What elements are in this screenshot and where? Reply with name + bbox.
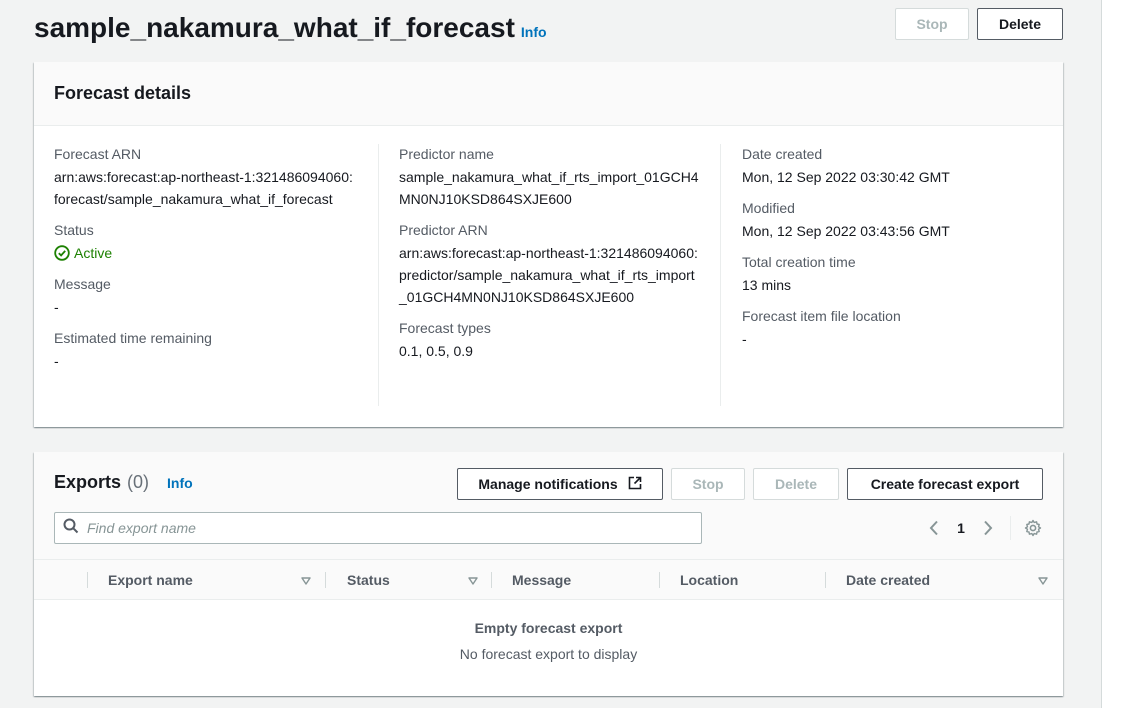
forecast-details-title: Forecast details bbox=[54, 83, 192, 103]
details-column-2: Predictor name sample_nakamura_what_if_r… bbox=[378, 144, 699, 406]
forecast-types-value: 0.1, 0.5, 0.9 bbox=[399, 343, 473, 359]
column-header-location: Location bbox=[680, 572, 739, 588]
check-circle-icon bbox=[54, 245, 70, 261]
current-page-number[interactable]: 1 bbox=[946, 520, 976, 536]
predictor-arn-label: Predictor ARN bbox=[399, 222, 488, 238]
forecast-details-card: Forecast details Forecast ARN arn:aws:fo… bbox=[34, 62, 1063, 427]
sort-down-icon[interactable] bbox=[301, 573, 311, 591]
total-creation-time-field: Total creation time 13 mins bbox=[742, 252, 1040, 296]
forecast-types-field: Forecast types 0.1, 0.5, 0.9 bbox=[399, 318, 698, 362]
export-search-input[interactable] bbox=[87, 520, 667, 536]
status-label: Status bbox=[54, 222, 94, 238]
predictor-arn-value: arn:aws:forecast:ap-northeast-1:32148609… bbox=[399, 245, 698, 305]
settings-gear-icon[interactable] bbox=[1021, 516, 1045, 540]
exports-title: Exports bbox=[54, 472, 122, 492]
sort-down-icon[interactable] bbox=[1038, 573, 1048, 591]
exports-count: (0) bbox=[127, 472, 150, 492]
exports-info-link[interactable]: Info bbox=[167, 475, 193, 491]
exports-table-header: Export name Status Message Location Date… bbox=[34, 560, 1063, 600]
exports-empty-state: Empty forecast export No forecast export… bbox=[34, 600, 1063, 664]
eta-field: Estimated time remaining - bbox=[54, 328, 374, 372]
column-separator bbox=[825, 572, 826, 588]
details-column-1: Forecast ARN arn:aws:forecast:ap-northea… bbox=[54, 144, 374, 382]
modified-field: Modified Mon, 12 Sep 2022 03:43:56 GMT bbox=[742, 198, 1040, 242]
forecast-arn-label: Forecast ARN bbox=[54, 146, 142, 162]
forecast-types-label: Forecast types bbox=[399, 320, 491, 336]
column-header-message: Message bbox=[512, 572, 572, 588]
export-search-box[interactable] bbox=[54, 512, 702, 544]
previous-page-icon[interactable] bbox=[922, 516, 946, 540]
column-separator bbox=[659, 572, 660, 588]
page-info-link[interactable]: Info bbox=[521, 24, 547, 40]
page-title: sample_nakamura_what_if_forecast bbox=[34, 12, 515, 43]
create-forecast-export-button[interactable]: Create forecast export bbox=[847, 468, 1043, 500]
eta-value: - bbox=[54, 353, 59, 369]
forecast-arn-value: arn:aws:forecast:ap-northeast-1:32148609… bbox=[54, 169, 353, 207]
message-field: Message - bbox=[54, 274, 374, 318]
column-separator bbox=[491, 572, 492, 588]
predictor-name-label: Predictor name bbox=[399, 146, 494, 162]
modified-value: Mon, 12 Sep 2022 03:43:56 GMT bbox=[742, 223, 950, 239]
exports-header: Exports (0) Info Manage notifications St… bbox=[34, 452, 1063, 560]
column-header-export-name[interactable]: Export name bbox=[108, 560, 193, 600]
header-actions: Stop Delete bbox=[895, 8, 1063, 40]
empty-state-subtitle: No forecast export to display bbox=[459, 646, 638, 662]
search-icon bbox=[63, 518, 79, 539]
exports-title-row: Exports (0) Info bbox=[54, 472, 193, 493]
column-header-date-created[interactable]: Date created bbox=[846, 560, 930, 600]
page-header: sample_nakamura_what_if_forecast Info St… bbox=[34, 8, 1063, 48]
stop-export-button[interactable]: Stop bbox=[671, 468, 745, 500]
right-side-panel bbox=[1101, 0, 1146, 708]
empty-state-title: Empty forecast export bbox=[474, 620, 623, 636]
external-link-icon bbox=[628, 476, 642, 493]
item-file-location-field: Forecast item file location - bbox=[742, 306, 1040, 350]
status-field: Status Active bbox=[54, 220, 374, 264]
column-separator bbox=[325, 572, 326, 588]
status-text: Active bbox=[74, 245, 113, 261]
pagination-divider bbox=[1010, 516, 1011, 540]
column-separator bbox=[87, 572, 88, 588]
message-value: - bbox=[54, 299, 59, 315]
manage-notifications-button[interactable]: Manage notifications bbox=[457, 468, 663, 500]
exports-actions: Manage notifications Stop Delete Create … bbox=[457, 468, 1043, 500]
predictor-name-field: Predictor name sample_nakamura_what_if_r… bbox=[399, 144, 699, 210]
forecast-details-columns: Forecast ARN arn:aws:forecast:ap-northea… bbox=[34, 126, 1063, 427]
delete-forecast-button[interactable]: Delete bbox=[977, 8, 1063, 40]
date-created-label: Date created bbox=[742, 146, 823, 162]
column-header-status[interactable]: Status bbox=[347, 560, 390, 600]
predictor-arn-field: Predictor ARN arn:aws:forecast:ap-northe… bbox=[399, 220, 698, 308]
total-creation-time-value: 13 mins bbox=[742, 277, 792, 293]
page: sample_nakamura_what_if_forecast Info St… bbox=[0, 0, 1146, 708]
forecast-details-header: Forecast details bbox=[34, 62, 1063, 126]
manage-notifications-label: Manage notifications bbox=[478, 476, 618, 492]
exports-card: Exports (0) Info Manage notifications St… bbox=[34, 452, 1063, 696]
date-created-value: Mon, 12 Sep 2022 03:30:42 GMT bbox=[742, 169, 950, 185]
total-creation-time-label: Total creation time bbox=[742, 254, 856, 270]
eta-label: Estimated time remaining bbox=[54, 330, 212, 346]
status-value: Active bbox=[54, 242, 374, 264]
sort-down-icon[interactable] bbox=[468, 573, 478, 591]
delete-export-button[interactable]: Delete bbox=[753, 468, 839, 500]
next-page-icon[interactable] bbox=[976, 516, 1000, 540]
modified-label: Modified bbox=[742, 200, 795, 216]
pagination: 1 bbox=[922, 516, 1045, 540]
forecast-arn-field: Forecast ARN arn:aws:forecast:ap-northea… bbox=[54, 144, 374, 210]
message-label: Message bbox=[54, 276, 111, 292]
item-file-location-label: Forecast item file location bbox=[742, 308, 901, 324]
date-created-field: Date created Mon, 12 Sep 2022 03:30:42 G… bbox=[742, 144, 1040, 188]
details-column-3: Date created Mon, 12 Sep 2022 03:30:42 G… bbox=[720, 144, 1040, 406]
stop-forecast-button[interactable]: Stop bbox=[895, 8, 969, 40]
item-file-location-value: - bbox=[742, 331, 747, 347]
predictor-name-value: sample_nakamura_what_if_rts_import_01GCH… bbox=[399, 169, 699, 207]
